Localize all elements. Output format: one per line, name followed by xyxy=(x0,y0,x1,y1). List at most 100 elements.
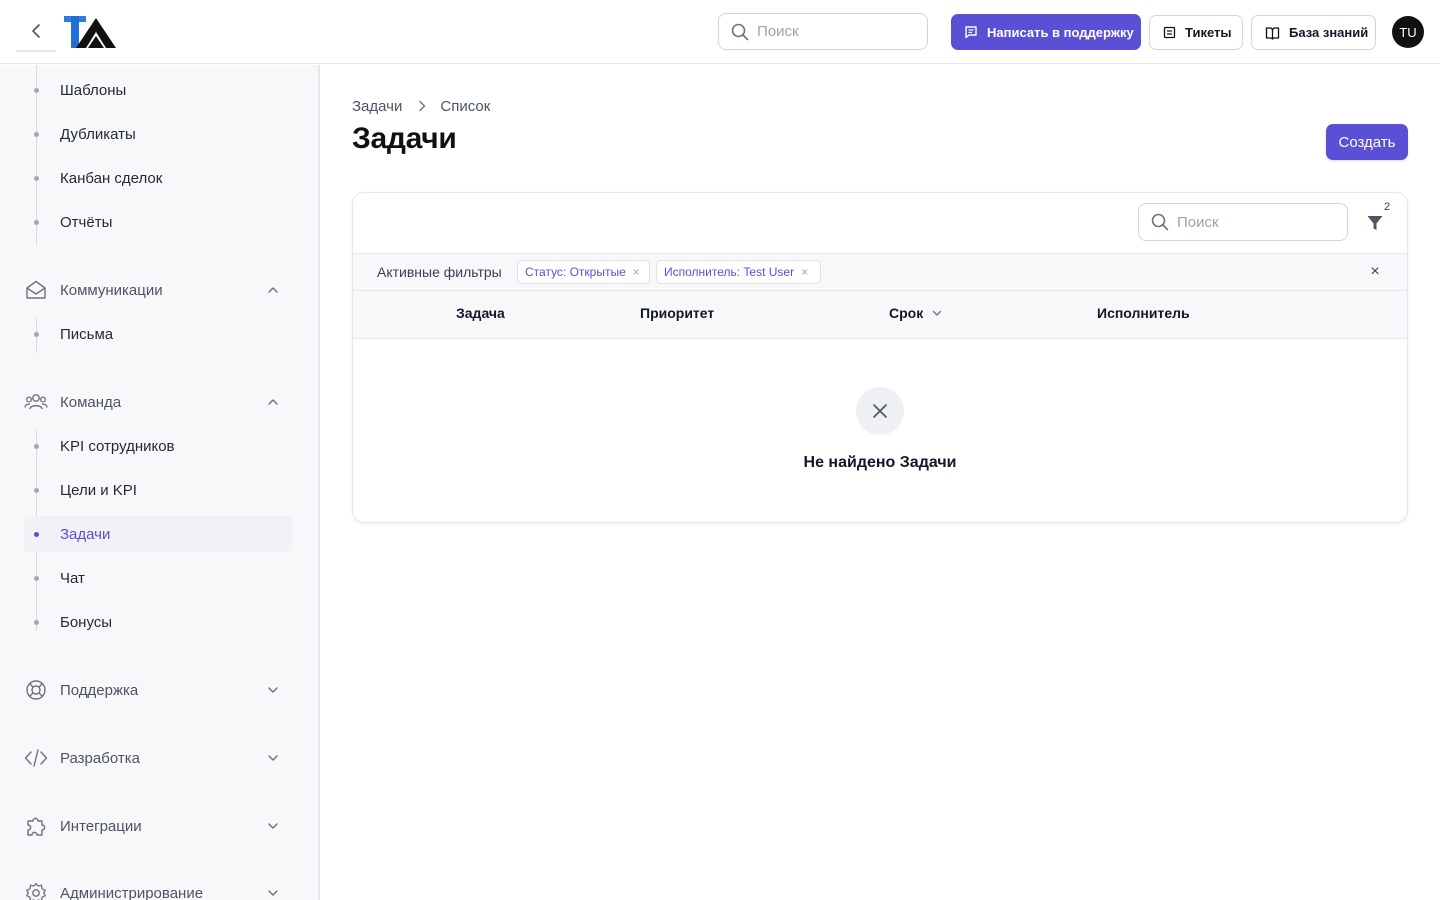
bullet-dot xyxy=(34,620,39,625)
filter-button[interactable] xyxy=(1361,209,1389,237)
sidebar-item-label: Задачи xyxy=(60,525,111,543)
code-icon xyxy=(24,746,48,770)
filter-chip-label: Исполнитель: Test User xyxy=(664,265,795,279)
tasks-table-card: 2 Активные фильтры Статус: Открытые × Ис… xyxy=(352,192,1408,523)
close-icon[interactable]: × xyxy=(801,265,808,279)
tickets-button[interactable]: Тикеты xyxy=(1149,15,1243,50)
chevron-right-icon xyxy=(417,100,427,112)
knowledge-base-button[interactable]: База знаний xyxy=(1251,15,1376,50)
global-search[interactable] xyxy=(718,13,928,50)
close-icon[interactable]: × xyxy=(633,265,640,279)
bullet-dot xyxy=(34,88,39,93)
global-search-input[interactable] xyxy=(757,23,907,40)
knowledge-base-label: База знаний xyxy=(1289,25,1369,40)
table-header: Задача Приоритет Срок Исполнитель xyxy=(353,291,1407,339)
gear-icon xyxy=(24,881,48,900)
sidebar-item-label: Цели и KPI xyxy=(60,481,137,499)
chevron-up-icon xyxy=(266,395,280,409)
filter-icon xyxy=(1367,216,1383,230)
lifebuoy-icon xyxy=(24,678,48,702)
page-title: Задачи xyxy=(352,122,457,155)
filter-chip-label: Статус: Открытые xyxy=(525,265,626,279)
table-search-input[interactable] xyxy=(1177,213,1327,231)
sidebar-item-duplicates[interactable]: Дубликаты xyxy=(24,116,292,152)
sidebar: Шаблоны Дубликаты Канбан сделок Отчёты К… xyxy=(0,65,320,900)
sidebar-group-label: Поддержка xyxy=(60,681,139,699)
empty-state-text: Не найдено Задачи xyxy=(803,454,957,471)
breadcrumb: Задачи Список xyxy=(352,96,490,116)
bullet-dot xyxy=(34,532,39,537)
chevron-down-icon xyxy=(266,751,280,765)
clear-filters-button[interactable]: × xyxy=(1369,263,1381,280)
mail-icon xyxy=(24,278,48,302)
sidebar-item-templates[interactable]: Шаблоны xyxy=(24,72,292,108)
book-icon xyxy=(1265,26,1280,40)
sidebar-item-label: Бонусы xyxy=(60,613,113,631)
ticket-icon xyxy=(1163,26,1176,39)
sidebar-item-tasks[interactable]: Задачи xyxy=(24,516,292,552)
filter-chip-status[interactable]: Статус: Открытые × xyxy=(517,260,650,284)
sidebar-item-reports[interactable]: Отчёты xyxy=(24,204,292,240)
top-bar: Написать в поддержку Тикеты База знаний … xyxy=(0,0,1440,64)
close-icon xyxy=(873,404,887,418)
bullet-dot xyxy=(34,488,39,493)
column-header-deadline[interactable]: Срок xyxy=(889,305,943,321)
sidebar-group-support[interactable]: Поддержка xyxy=(20,672,292,708)
breadcrumb-list: Список xyxy=(440,97,491,115)
column-header-assignee: Исполнитель xyxy=(1097,305,1190,321)
tickets-button-label: Тикеты xyxy=(1185,25,1232,40)
breadcrumb-tasks[interactable]: Задачи xyxy=(352,98,402,115)
sidebar-group-label: Команда xyxy=(60,393,122,411)
support-button-label: Написать в поддержку xyxy=(987,24,1134,40)
sidebar-item-bonuses[interactable]: Бонусы xyxy=(24,604,292,640)
users-icon xyxy=(24,390,48,414)
active-filters-bar: Активные фильтры Статус: Открытые × Испо… xyxy=(353,253,1407,291)
back-button[interactable] xyxy=(16,12,56,52)
puzzle-icon xyxy=(24,814,48,838)
create-button[interactable]: Создать xyxy=(1326,124,1408,160)
sidebar-item-letters[interactable]: Письма xyxy=(24,316,292,352)
support-button[interactable]: Написать в поддержку xyxy=(951,14,1141,50)
sidebar-group-development[interactable]: Разработка xyxy=(20,740,292,776)
sidebar-item-label: KPI сотрудников xyxy=(60,437,175,455)
chevron-left-icon xyxy=(32,24,40,38)
sidebar-group-communications[interactable]: Коммуникации xyxy=(20,272,292,308)
user-avatar[interactable]: TU xyxy=(1392,16,1424,48)
empty-state-icon xyxy=(856,387,904,435)
sidebar-item-chat[interactable]: Чат xyxy=(24,560,292,596)
sidebar-item-deals-kanban[interactable]: Канбан сделок xyxy=(24,160,292,196)
filter-chip-assignee[interactable]: Исполнитель: Test User × xyxy=(656,260,821,284)
chevron-down-icon xyxy=(266,819,280,833)
sidebar-group-label: Администрирование xyxy=(60,884,204,900)
chat-icon xyxy=(964,25,978,39)
column-header-task: Задача xyxy=(456,305,505,321)
chevron-down-icon xyxy=(266,683,280,697)
bullet-dot xyxy=(34,444,39,449)
bullet-dot xyxy=(34,576,39,581)
bullet-dot xyxy=(34,220,39,225)
column-header-label: Срок xyxy=(889,305,924,321)
chevron-up-icon xyxy=(266,283,280,297)
sidebar-item-label: Канбан сделок xyxy=(60,169,163,187)
bullet-dot xyxy=(34,176,39,181)
search-icon xyxy=(1151,213,1169,231)
sidebar-group-label: Разработка xyxy=(60,749,140,767)
sidebar-item-label: Отчёты xyxy=(60,213,113,231)
sidebar-group-label: Интеграции xyxy=(60,817,142,835)
filter-count-badge: 2 xyxy=(1384,201,1391,213)
sidebar-item-label: Чат xyxy=(60,569,85,587)
sidebar-group-administration[interactable]: Администрирование xyxy=(20,875,292,900)
sidebar-group-team[interactable]: Команда xyxy=(20,384,292,420)
column-header-priority: Приоритет xyxy=(640,305,715,321)
active-filters-label: Активные фильтры xyxy=(377,264,502,280)
sidebar-item-goals-kpi[interactable]: Цели и KPI xyxy=(24,472,292,508)
sidebar-item-employee-kpi[interactable]: KPI сотрудников xyxy=(24,428,292,464)
sidebar-group-label: Коммуникации xyxy=(60,281,163,299)
table-search[interactable] xyxy=(1138,203,1348,241)
chevron-down-icon xyxy=(266,886,280,900)
sidebar-item-label: Шаблоны xyxy=(60,81,127,99)
app-logo[interactable] xyxy=(62,14,118,50)
sidebar-item-label: Письма xyxy=(60,325,114,343)
bullet-dot xyxy=(34,132,39,137)
sidebar-group-integrations[interactable]: Интеграции xyxy=(20,808,292,844)
